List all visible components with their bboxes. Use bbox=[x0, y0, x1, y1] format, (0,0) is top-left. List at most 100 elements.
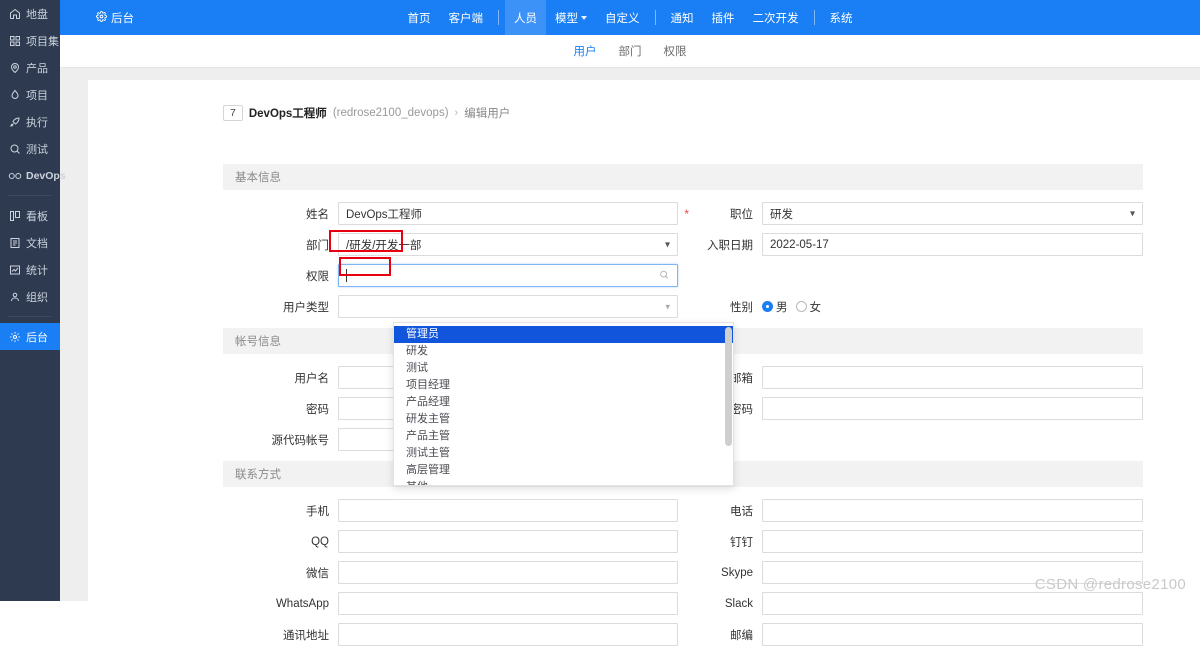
field-label: 通讯地址 bbox=[223, 627, 338, 643]
topnav-item-4[interactable]: 模型 bbox=[546, 0, 596, 35]
dropdown-option-5[interactable]: 研发主管 bbox=[394, 411, 733, 428]
field-input[interactable]: ▾ bbox=[338, 295, 678, 318]
sidebar-item-label: 项目 bbox=[26, 87, 48, 103]
topnav-item-label: 系统 bbox=[830, 10, 853, 26]
form-cell: 微信 bbox=[223, 561, 678, 584]
topbar-brand[interactable]: 后台 bbox=[96, 0, 134, 35]
field-label: 入职日期 bbox=[688, 237, 762, 253]
topnav-item-11[interactable]: 系统 bbox=[821, 0, 862, 35]
sidebar-item-label: 执行 bbox=[26, 114, 48, 130]
field-input[interactable] bbox=[762, 397, 1143, 420]
dropdown-scrollbar[interactable] bbox=[725, 327, 732, 446]
radio-button[interactable] bbox=[762, 301, 773, 312]
permission-dropdown-list: 管理员研发测试项目经理产品经理研发主管产品主管测试主管高层管理其他 bbox=[394, 323, 733, 486]
topnav-item-0[interactable]: 首页 bbox=[399, 0, 440, 35]
topnav-item-7[interactable]: 通知 bbox=[662, 0, 703, 35]
field-input[interactable]: 研发▾ bbox=[762, 202, 1143, 225]
field-input[interactable] bbox=[338, 561, 678, 584]
breadcrumb-separator: › bbox=[455, 107, 459, 119]
sidebar-item-label: 文档 bbox=[26, 235, 48, 251]
grid-icon bbox=[8, 34, 22, 48]
field-input[interactable] bbox=[338, 264, 678, 287]
subnav-item-0[interactable]: 用户 bbox=[574, 43, 597, 59]
sidebar-item-1-1[interactable]: 文档 bbox=[0, 229, 60, 256]
sidebar: 地盘项目集产品项目执行测试DevOps 看板文档统计组织后台 bbox=[0, 0, 60, 601]
kanban-icon bbox=[8, 209, 22, 223]
sidebar-divider bbox=[8, 195, 52, 196]
field-label: 钉钉 bbox=[688, 534, 762, 550]
gender-radio-group[interactable]: 男女 bbox=[762, 299, 821, 315]
sidebar-item-0-2[interactable]: 后台 bbox=[0, 323, 60, 350]
field-input[interactable] bbox=[338, 623, 678, 646]
text-cursor bbox=[346, 269, 347, 282]
topnav-item-label: 客户端 bbox=[449, 10, 484, 26]
field-value: 2022-05-17 bbox=[770, 239, 829, 251]
permission-dropdown[interactable]: 管理员研发测试项目经理产品经理研发主管产品主管测试主管高层管理其他 bbox=[393, 322, 734, 486]
sidebar-item-6-0[interactable]: DevOps bbox=[0, 162, 60, 189]
sidebar-item-3-0[interactable]: 项目 bbox=[0, 81, 60, 108]
form-cell: 请重复密码 bbox=[688, 397, 1143, 420]
field-label: 用户类型 bbox=[223, 299, 338, 315]
form-row: 手机电话 bbox=[223, 495, 1143, 526]
topnav-item-label: 自定义 bbox=[605, 10, 640, 26]
sidebar-item-0-1[interactable]: 看板 bbox=[0, 202, 60, 229]
subnav-item-1[interactable]: 部门 bbox=[619, 43, 642, 59]
dropdown-option-4[interactable]: 产品经理 bbox=[394, 394, 733, 411]
sidebar-divider bbox=[8, 316, 52, 317]
field-label: 权限 bbox=[223, 268, 338, 284]
field-label: 源代码帐号 bbox=[223, 432, 338, 448]
topnav-item-5[interactable]: 自定义 bbox=[596, 0, 649, 35]
topnav-item-label: 插件 bbox=[712, 10, 735, 26]
field-input[interactable] bbox=[338, 592, 678, 615]
form-cell: 权限 bbox=[223, 264, 678, 287]
dropdown-option-1[interactable]: 研发 bbox=[394, 343, 733, 360]
radio-option-1[interactable]: 女 bbox=[796, 299, 822, 315]
field-input[interactable] bbox=[762, 366, 1143, 389]
radio-option-0[interactable]: 男 bbox=[762, 299, 788, 315]
subnav-item-2[interactable]: 权限 bbox=[664, 43, 687, 59]
field-input[interactable]: DevOps工程师* bbox=[338, 202, 678, 225]
field-input[interactable] bbox=[762, 499, 1143, 522]
field-input[interactable]: /研发/开发一部▾ bbox=[338, 233, 678, 256]
dropdown-option-6[interactable]: 产品主管 bbox=[394, 428, 733, 445]
drop-icon bbox=[8, 88, 22, 102]
topnav-item-9[interactable]: 二次开发 bbox=[744, 0, 808, 35]
sidebar-item-3-1[interactable]: 组织 bbox=[0, 283, 60, 310]
form-cell: Slack bbox=[688, 592, 1143, 615]
form-cell: 邮编 bbox=[688, 623, 1143, 646]
dropdown-option-3[interactable]: 项目经理 bbox=[394, 377, 733, 394]
dropdown-option-0[interactable]: 管理员 bbox=[394, 326, 733, 343]
topnav-item-3[interactable]: 人员 bbox=[505, 0, 546, 35]
field-value: /研发/开发一部 bbox=[346, 237, 421, 253]
sidebar-item-label: 后台 bbox=[26, 329, 48, 345]
sidebar-item-5-0[interactable]: 测试 bbox=[0, 135, 60, 162]
radio-button[interactable] bbox=[796, 301, 807, 312]
dropdown-option-7[interactable]: 测试主管 bbox=[394, 445, 733, 462]
dropdown-option-9[interactable]: 其他 bbox=[394, 479, 733, 486]
sidebar-item-label: DevOps bbox=[26, 170, 66, 182]
field-input[interactable]: 2022-05-17 bbox=[762, 233, 1143, 256]
sidebar-item-4-0[interactable]: 执行 bbox=[0, 108, 60, 135]
topnav-item-label: 模型 bbox=[555, 10, 578, 26]
field-input[interactable] bbox=[762, 530, 1143, 553]
sidebar-item-label: 统计 bbox=[26, 262, 48, 278]
topnav-divider bbox=[655, 10, 656, 25]
top-bar: 首页客户端 人员模型 自定义 通知插件二次开发 系统 后台 bbox=[60, 0, 1200, 35]
field-input[interactable] bbox=[338, 530, 678, 553]
topnav-item-8[interactable]: 插件 bbox=[703, 0, 744, 35]
sidebar-item-0-0[interactable]: 地盘 bbox=[0, 0, 60, 27]
dropdown-option-8[interactable]: 高层管理 bbox=[394, 462, 733, 479]
sidebar-item-1-0[interactable]: 项目集 bbox=[0, 27, 60, 54]
topnav-item-1[interactable]: 客户端 bbox=[440, 0, 493, 35]
field-input[interactable] bbox=[762, 592, 1143, 615]
field-value: 研发 bbox=[770, 206, 793, 222]
form-row: 用户类型▾性别男女 bbox=[223, 291, 1143, 322]
dropdown-option-2[interactable]: 测试 bbox=[394, 360, 733, 377]
field-input[interactable] bbox=[338, 499, 678, 522]
sidebar-item-2-1[interactable]: 统计 bbox=[0, 256, 60, 283]
form-cell: 钉钉 bbox=[688, 530, 1143, 553]
page-body: 7 DevOps工程师 (redrose2100_devops) › 编辑用户 … bbox=[60, 68, 1200, 601]
field-input[interactable] bbox=[762, 623, 1143, 646]
sidebar-item-2-0[interactable]: 产品 bbox=[0, 54, 60, 81]
form-cell: QQ bbox=[223, 530, 678, 553]
